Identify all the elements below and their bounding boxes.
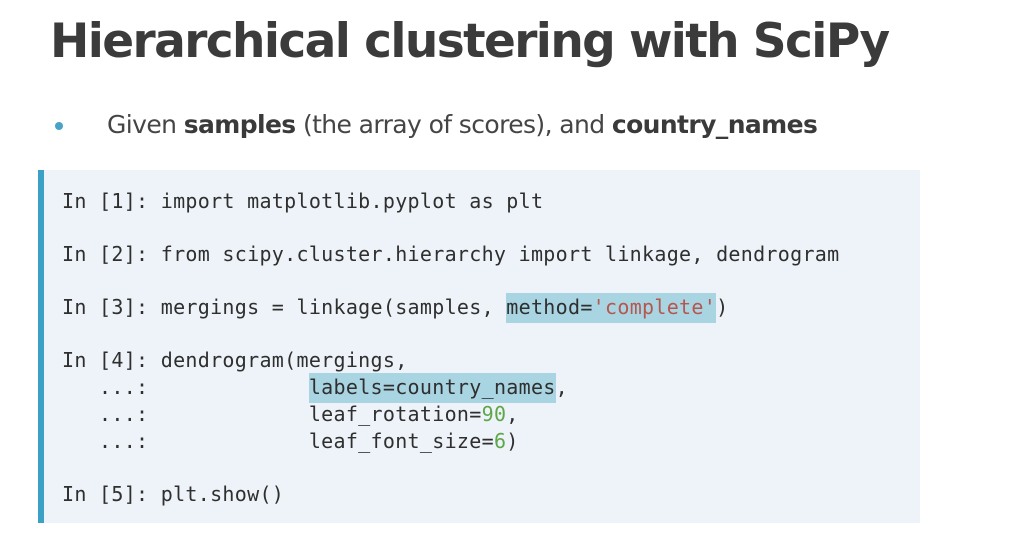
code-line-7-pre: ...: leaf_font_size= — [62, 429, 494, 453]
method-highlight: method='complete' — [506, 293, 717, 323]
code-line-6: ...: leaf_rotation=90, — [62, 400, 519, 428]
bullet-item: Given samples (the array of scores), and… — [55, 110, 818, 139]
bullet-country-names: country_names — [611, 110, 818, 139]
code-line-3-pre: In [3]: mergings = linkage(samples, — [62, 295, 507, 319]
slide-title: Hierarchical clustering with SciPy — [50, 14, 890, 69]
code-line-7: ...: leaf_font_size=6) — [62, 427, 519, 455]
code-line-6-pre: ...: leaf_rotation= — [62, 402, 482, 426]
rotation-number: 90 — [481, 402, 507, 426]
bullet-prefix: Given — [107, 110, 184, 139]
code-line-5-post: , — [555, 375, 568, 399]
code-line-8: In [5]: plt.show() — [62, 482, 285, 506]
bullet-dot-icon — [55, 121, 63, 130]
code-block: In [1]: import matplotlib.pyplot as plt … — [38, 170, 920, 523]
method-key: method= — [506, 295, 593, 319]
bullet-samples: samples — [183, 110, 297, 139]
code-line-3-post: ) — [716, 295, 729, 319]
code-line-7-post: ) — [506, 429, 519, 453]
code-line-2: In [2]: from scipy.cluster.hierarchy imp… — [62, 242, 840, 266]
font-size-number: 6 — [493, 429, 507, 453]
code-line-1: In [1]: import matplotlib.pyplot as plt — [62, 189, 544, 213]
bullet-middle: (the array of scores), and — [295, 110, 612, 139]
code-line-4: In [4]: dendrogram(mergings, — [62, 348, 408, 372]
labels-highlight: labels=country_names — [308, 373, 556, 403]
bullet-text: Given samples (the array of scores), and… — [107, 110, 818, 139]
code-line-6-post: , — [506, 402, 519, 426]
code-line-5: ...: labels=country_names, — [62, 373, 568, 403]
method-string: 'complete' — [592, 295, 717, 319]
code-line-5-pre: ...: — [62, 375, 309, 399]
code-line-3: In [3]: mergings = linkage(samples, meth… — [62, 293, 729, 323]
